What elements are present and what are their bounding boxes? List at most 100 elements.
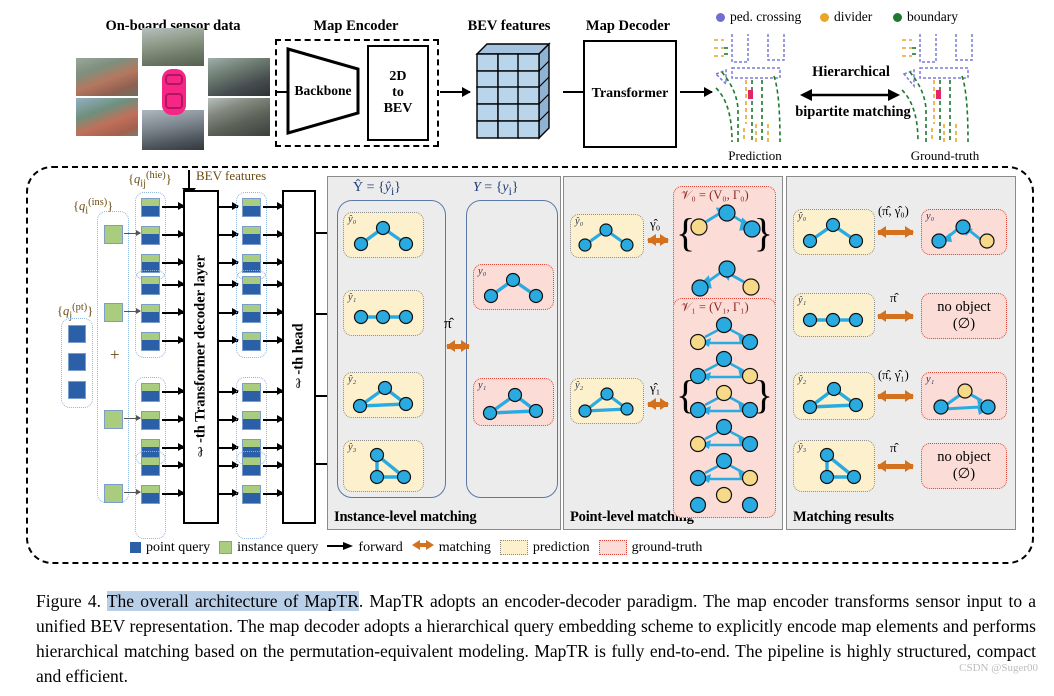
- arrow-to-transformer: [162, 281, 185, 288]
- arrow-to-head: [263, 416, 284, 423]
- result-prediction-label: ŷ₁: [798, 295, 807, 306]
- gt-set-header: Y = {yi}: [473, 180, 519, 198]
- figure-number: Figure 4.: [36, 591, 101, 611]
- figure-legend: point query instance query forward match…: [130, 539, 702, 556]
- legend-label-forward: forward: [358, 539, 403, 555]
- arrow-to-head: [263, 337, 284, 344]
- legend-label-point-query: point query: [146, 539, 211, 555]
- hier-query-block: [141, 276, 160, 295]
- instance-query-block: [104, 410, 123, 429]
- hier-query-block: [141, 304, 160, 323]
- twod-to-bev-label: 2D to BEV: [383, 68, 413, 117]
- arrow-from-transformer: [218, 490, 239, 497]
- prediction-map-visual: [706, 28, 806, 146]
- prediction-card-label: ŷ₀: [348, 214, 357, 225]
- legend-matching: matching: [411, 539, 491, 556]
- arrow-to-head: [263, 231, 284, 238]
- groundtruth-swatch-icon: [598, 540, 627, 555]
- result-match-label-0: (π̂, γ̂₀): [878, 204, 909, 218]
- arrow-from-transformer: [218, 281, 239, 288]
- updated-query-block: [242, 411, 261, 430]
- head-label: ℓ-th head: [290, 323, 307, 391]
- arrow-from-transformer: [218, 309, 239, 316]
- prediction-card-label: ŷ₁: [348, 292, 357, 303]
- no-object-card: no object (∅): [921, 293, 1007, 339]
- prediction-card: ŷ₃: [343, 440, 424, 492]
- result-match-label-3: π̂: [890, 440, 897, 455]
- prediction-caption: Prediction: [728, 148, 782, 163]
- pred-set-header: Ŷ = {ŷi}: [353, 180, 401, 198]
- instance-query-block: [104, 225, 123, 244]
- arrow-to-transformer: [162, 416, 185, 423]
- divider-dot-icon: [820, 12, 829, 22]
- point-prediction-card: ŷ₀: [570, 214, 644, 258]
- transformer-decoder-layer-box: ℓ-th Transformer decoder layer: [183, 190, 219, 524]
- boundary-dot-icon: [893, 12, 902, 22]
- ped-crossing-dot-icon: [716, 12, 725, 22]
- prediction-card: ŷ₁: [343, 290, 424, 336]
- prediction-card-label: ŷ₃: [348, 442, 357, 453]
- hier-query-block: [141, 485, 160, 504]
- figure-caption: Figure 4. The overall architecture of Ma…: [36, 589, 1036, 688]
- point-query-block: [68, 353, 86, 371]
- arrow-to-head: [263, 281, 284, 288]
- camera-image-front-right: [208, 58, 270, 96]
- point-query-block: [68, 381, 86, 399]
- groundtruth-card: y₁: [473, 378, 554, 426]
- prediction-card: ŷ₀: [343, 212, 424, 258]
- arrow-to-transformer: [162, 490, 185, 497]
- updated-query-block: [242, 226, 261, 245]
- hier-query-block: [141, 457, 160, 476]
- hier-query-block: [141, 411, 160, 430]
- arrow-to-head: [263, 259, 284, 266]
- pipeline-overview-row: On-board sensor data Map Encoder Backbon…: [0, 0, 1054, 165]
- result-match-arrow-2: [877, 390, 914, 402]
- arrow-to-transformer: [162, 203, 185, 210]
- instance-query-group: [97, 211, 129, 503]
- legend-label-ped-crossing: ped. crossing: [730, 9, 802, 24]
- arrow-from-transformer: [218, 203, 239, 210]
- arrow-to-transformer: [162, 444, 185, 451]
- point-gt-set-1: 𝒱₁ = (V₁, Γ₁) { }: [673, 298, 776, 518]
- hier-query-block: [141, 226, 160, 245]
- updated-query-block: [242, 383, 261, 402]
- updated-query-block: [242, 304, 261, 323]
- legend-forward: forward: [327, 539, 403, 556]
- result-prediction-card: ŷ₀: [793, 209, 875, 255]
- watermark: CSDN @Suger00: [959, 662, 1038, 674]
- prediction-card: ŷ₂: [343, 372, 424, 418]
- point-match-symbol-1: γ̂₁: [650, 380, 661, 395]
- transformer-label: Transformer: [591, 85, 669, 101]
- updated-query-block: [242, 198, 261, 217]
- arrow-to-transformer: [162, 231, 185, 238]
- arrow-encoder-to-bev: [440, 87, 471, 97]
- updated-query-block: [242, 276, 261, 295]
- figure-title-highlight: The overall architecture of MapTR: [106, 591, 359, 611]
- point-prediction-label: ŷ₀: [575, 216, 584, 227]
- updated-query-block: [242, 485, 261, 504]
- ego-vehicle-icon: [160, 68, 188, 116]
- hier-query-block: [141, 198, 160, 217]
- legend-prediction: prediction: [499, 540, 590, 556]
- legend-label-ground-truth: ground-truth: [631, 539, 703, 555]
- result-prediction-label: ŷ₀: [798, 211, 807, 222]
- no-object-text: no object: [937, 299, 991, 316]
- arrow-to-head: [263, 388, 284, 395]
- camera-image-front: [142, 28, 204, 66]
- arrow-to-transformer: [162, 259, 185, 266]
- point-query-block: [68, 325, 86, 343]
- camera-image-front-left: [76, 58, 138, 96]
- forward-arrow-icon: [327, 540, 354, 556]
- result-groundtruth-card: y₁: [921, 372, 1007, 420]
- groundtruth-map-visual: [894, 28, 994, 146]
- prediction-swatch-icon: [499, 540, 528, 555]
- result-prediction-card: ŷ₁: [793, 293, 875, 337]
- arrow-from-transformer: [218, 462, 239, 469]
- no-object-symbol: (∅): [952, 466, 976, 482]
- legend-instance-query: instance query: [219, 540, 318, 556]
- arrow-to-transformer: [162, 337, 185, 344]
- result-match-arrow-3: [877, 460, 914, 472]
- result-prediction-label: ŷ₃: [798, 442, 807, 453]
- head-box: ℓ-th head: [282, 190, 316, 524]
- camera-image-back-left: [76, 98, 138, 136]
